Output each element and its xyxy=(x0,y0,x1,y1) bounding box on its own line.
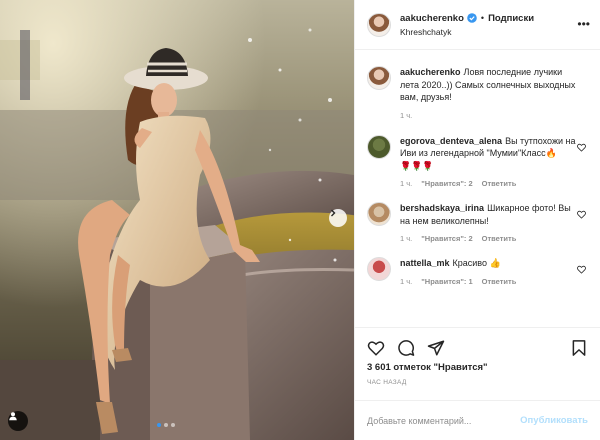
verified-icon xyxy=(467,13,477,23)
separator-dot: • xyxy=(480,13,485,23)
comment-icon[interactable] xyxy=(397,339,415,357)
caption-time[interactable]: 1 ч. xyxy=(400,111,412,120)
avatar[interactable] xyxy=(367,12,391,37)
add-comment-bar: Опубликовать xyxy=(355,400,600,440)
avatar[interactable] xyxy=(367,257,391,281)
publish-button[interactable]: Опубликовать xyxy=(520,415,588,426)
likes-count[interactable]: 3 601 отметок "Нравится" xyxy=(355,358,600,373)
comment-text: Красиво 👍 xyxy=(452,258,501,268)
carousel-dot xyxy=(171,423,175,427)
comment-item: egorova_denteva_alena Вы тутпохожи на Иви… xyxy=(367,134,588,188)
action-bar xyxy=(355,328,600,358)
post-photo[interactable] xyxy=(0,0,354,440)
author-username[interactable]: aakucherenko xyxy=(400,13,464,24)
tag-user-icon xyxy=(9,412,17,421)
comment-extra: 🌹🌹🌹 xyxy=(400,160,434,171)
more-options-icon[interactable]: ••• xyxy=(577,17,590,31)
heart-icon[interactable] xyxy=(577,210,586,219)
comment-time[interactable]: 1 ч. xyxy=(400,179,412,188)
comment-time[interactable]: 1 ч. xyxy=(400,234,412,243)
comment-time[interactable]: 1 ч. xyxy=(400,277,412,286)
post-time[interactable]: ЧАС НАЗАД xyxy=(355,373,600,386)
carousel-next-button[interactable] xyxy=(329,209,347,227)
heart-icon[interactable] xyxy=(577,143,586,152)
avatar[interactable] xyxy=(367,202,391,226)
heart-icon[interactable] xyxy=(367,339,385,357)
reply-button[interactable]: Ответить xyxy=(482,179,517,188)
likes-number: 3 601 xyxy=(367,362,391,373)
carousel-dot xyxy=(164,423,168,427)
caption-username[interactable]: aakucherenko xyxy=(400,67,461,77)
instagram-post-modal: aakucherenko • Подписки Khreshchatyk ••• xyxy=(0,0,600,440)
likes-label: отметок "Нравится" xyxy=(393,362,488,373)
post-actions: 3 601 отметок "Нравится" ЧАС НАЗАД Опубл… xyxy=(355,327,600,440)
reply-button[interactable]: Ответить xyxy=(482,277,517,286)
avatar[interactable] xyxy=(367,66,391,90)
comment-likes[interactable]: "Нравится": 1 xyxy=(421,277,472,286)
bookmark-icon[interactable] xyxy=(570,339,588,357)
share-icon[interactable] xyxy=(427,339,445,357)
reply-button[interactable]: Ответить xyxy=(482,234,517,243)
comment-username[interactable]: bershadskaya_irina xyxy=(400,203,484,213)
post-side-panel: aakucherenko • Подписки Khreshchatyk ••• xyxy=(354,0,600,440)
post-header: aakucherenko • Подписки Khreshchatyk ••• xyxy=(355,0,600,50)
comments-list[interactable]: aakucherenko Ловя последние лучики лета 2… xyxy=(355,51,600,327)
tagged-users-button[interactable] xyxy=(8,411,28,431)
carousel-dot-active xyxy=(157,423,161,427)
avatar[interactable] xyxy=(367,134,391,159)
comment-item: nattella_mk Красиво 👍 1 ч. "Нравится": 1 … xyxy=(367,257,588,286)
comment-likes[interactable]: "Нравится": 2 xyxy=(421,179,472,188)
next-arrow-icon xyxy=(331,209,336,217)
post-caption: aakucherenko Ловя последние лучики лета 2… xyxy=(367,66,588,120)
comment-username[interactable]: egorova_denteva_alena xyxy=(400,136,502,146)
comment-item: bershadskaya_irina Шикарное фото! Вы на н… xyxy=(367,202,588,243)
photo-illustration xyxy=(0,0,354,440)
heart-icon[interactable] xyxy=(577,265,586,274)
post-location[interactable]: Khreshchatyk xyxy=(400,27,534,37)
comment-likes[interactable]: "Нравится": 2 xyxy=(421,234,472,243)
carousel-indicator xyxy=(157,423,175,427)
comment-username[interactable]: nattella_mk xyxy=(400,258,450,268)
following-button[interactable]: Подписки xyxy=(488,13,534,24)
comment-input[interactable] xyxy=(367,415,517,426)
